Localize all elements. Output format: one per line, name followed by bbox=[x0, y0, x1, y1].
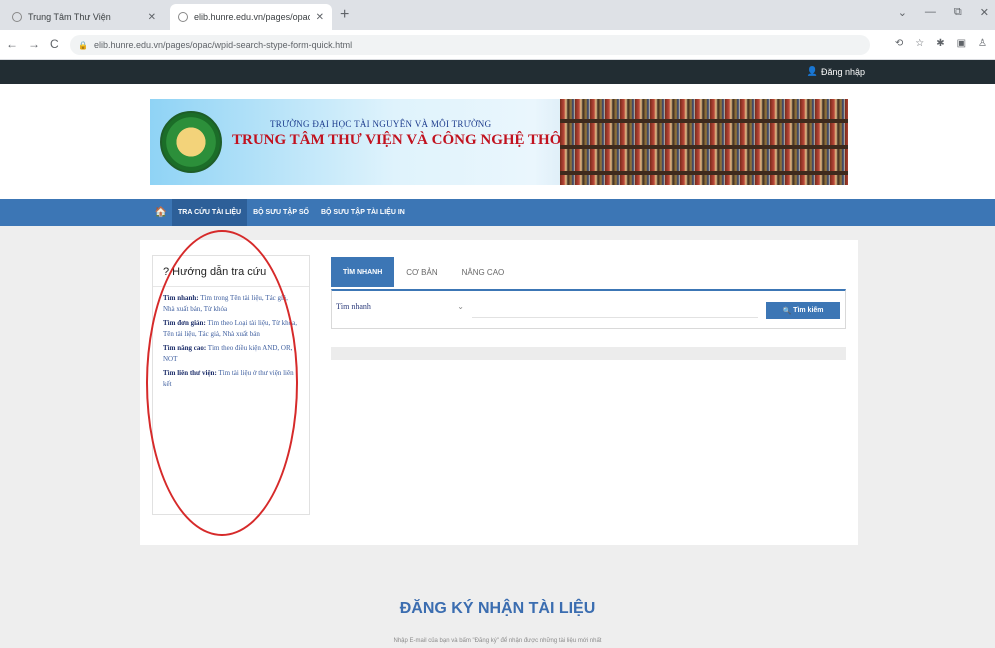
register-subtitle: Nhập E-mail của bạn và bấm "Đăng ký" để … bbox=[393, 638, 602, 644]
university-logo bbox=[160, 111, 222, 173]
guide-item: Tìm đơn giản: Tìm theo Loại tài liệu, Từ… bbox=[163, 318, 301, 340]
nav-item-print-collection[interactable]: BỘ SƯU TẬP TÀI LIỆU IN bbox=[315, 199, 411, 226]
search-icon: 🔍 bbox=[782, 307, 792, 315]
shelf-divider bbox=[560, 171, 848, 175]
globe-icon bbox=[178, 12, 188, 22]
site-banner[interactable]: TRƯỜNG ĐẠI HỌC TÀI NGUYÊN VÀ MÔI TRƯỜNG … bbox=[150, 99, 848, 185]
bookshelf-image bbox=[560, 99, 848, 185]
bookmark-star-icon[interactable]: ☆ bbox=[915, 38, 924, 49]
guide-item-label: Tìm nhanh: bbox=[163, 294, 199, 302]
lock-icon[interactable]: 🔒 bbox=[78, 41, 88, 50]
extensions-icon[interactable]: ✱ bbox=[936, 38, 944, 49]
login-label: Đăng nhập bbox=[820, 66, 865, 77]
guide-item-label: Tìm đơn giản: bbox=[163, 319, 206, 327]
guide-body: Tìm nhanh: Tìm trong Tên tài liệu, Tác g… bbox=[153, 287, 309, 399]
tab-basic-search[interactable]: CƠ BẢN bbox=[394, 257, 449, 287]
shelf-divider bbox=[560, 145, 848, 149]
tab-quick-search[interactable]: TÌM NHANH bbox=[331, 257, 395, 287]
results-bar bbox=[331, 347, 846, 360]
nav-item-digital-collection[interactable]: BỘ SƯU TẬP SỐ bbox=[247, 199, 315, 226]
tab-library-home[interactable]: Trung Tâm Thư Viện ✕ bbox=[4, 4, 164, 30]
search-button-label: Tìm kiếm bbox=[793, 307, 824, 314]
tab-search-icon[interactable]: ⌄ bbox=[898, 6, 907, 19]
guide-item: Tìm liên thư viện: Tìm tài liệu ở thư vi… bbox=[163, 368, 301, 390]
search-field-value: Tìm nhanh bbox=[336, 302, 371, 311]
main-nav: 🏠 TRA CỨU TÀI LIỆU BỘ SƯU TẬP SỐ BỘ SƯU … bbox=[0, 199, 995, 226]
site-top-strip: 👤 Đăng nhập bbox=[0, 60, 995, 84]
search-field-select[interactable]: Tìm nhanh ⌄ bbox=[336, 302, 464, 311]
new-tab-button[interactable]: + bbox=[340, 6, 349, 24]
close-window-button[interactable]: ✕ bbox=[980, 6, 989, 19]
banner-subtitle: TRƯỜNG ĐẠI HỌC TÀI NGUYÊN VÀ MÔI TRƯỜNG bbox=[270, 119, 492, 129]
user-icon: 👤 bbox=[806, 66, 818, 76]
register-title: ĐĂNG KÝ NHẬN TÀI LIỆU bbox=[399, 600, 596, 617]
window-controls: ⌄ — ⧉ ✕ bbox=[898, 6, 989, 19]
extension-icons: ⟲ ☆ ✱ ▣ ♙ bbox=[895, 38, 987, 49]
guide-title-text: Hướng dẫn tra cứu bbox=[172, 266, 267, 278]
forward-icon[interactable]: → bbox=[28, 37, 40, 51]
tab-strip: Trung Tâm Thư Viện ✕ elib.hunre.edu.vn/p… bbox=[0, 0, 995, 30]
search-guide-panel: ? Hướng dẫn tra cứu Tìm nhanh: Tìm trong… bbox=[152, 255, 310, 515]
maximize-button[interactable]: ⧉ bbox=[954, 6, 962, 19]
profile-icon[interactable]: ♙ bbox=[978, 38, 987, 49]
back-icon[interactable]: ← bbox=[6, 37, 18, 51]
banner-title: TRUNG TÂM THƯ VIỆN VÀ CÔNG NGHỆ THÔNG TI… bbox=[232, 132, 615, 148]
shelf-divider bbox=[560, 119, 848, 123]
main-nav-items: 🏠 TRA CỨU TÀI LIỆU BỘ SƯU TẬP SỐ BỘ SƯU … bbox=[150, 199, 411, 226]
minimize-button[interactable]: — bbox=[925, 6, 936, 19]
guide-item: Tìm nhanh: Tìm trong Tên tài liệu, Tác g… bbox=[163, 293, 301, 315]
login-link[interactable]: 👤 Đăng nhập bbox=[807, 66, 865, 77]
close-tab-icon[interactable]: ✕ bbox=[316, 12, 324, 23]
share-icon[interactable]: ⟲ bbox=[895, 38, 903, 49]
nav-buttons: ← → C bbox=[6, 37, 59, 51]
browser-window: Trung Tâm Thư Viện ✕ elib.hunre.edu.vn/p… bbox=[0, 0, 995, 648]
question-icon: ? bbox=[163, 266, 170, 278]
reload-icon[interactable]: C bbox=[50, 37, 59, 51]
favicon-icon bbox=[12, 12, 22, 22]
guide-item: Tìm nâng cao: Tìm theo điều kiện AND, OR… bbox=[163, 343, 301, 365]
search-panel: Tìm nhanh ⌄ 🔍 Tìm kiếm bbox=[331, 289, 846, 329]
chevron-down-icon: ⌄ bbox=[457, 302, 464, 311]
search-input[interactable] bbox=[472, 300, 758, 318]
url-text[interactable]: elib.hunre.edu.vn/pages/opac/wpid-search… bbox=[94, 40, 352, 50]
side-panel-icon[interactable]: ▣ bbox=[957, 38, 966, 49]
guide-item-label: Tìm liên thư viện: bbox=[163, 369, 217, 377]
close-tab-icon[interactable]: ✕ bbox=[148, 12, 156, 23]
home-icon[interactable]: 🏠 bbox=[150, 207, 172, 218]
search-tabs: TÌM NHANH CƠ BẢN NÂNG CAO bbox=[331, 257, 516, 287]
guide-item-label: Tìm nâng cao: bbox=[163, 344, 207, 352]
address-row: ← → C 🔒 elib.hunre.edu.vn/pages/opac/wpi… bbox=[0, 30, 995, 60]
tab-opac-search[interactable]: elib.hunre.edu.vn/pages/opac/c... ✕ bbox=[170, 4, 332, 30]
search-button[interactable]: 🔍 Tìm kiếm bbox=[766, 302, 840, 319]
guide-title: ? Hướng dẫn tra cứu bbox=[153, 256, 309, 287]
tab-title: Trung Tâm Thư Viện bbox=[28, 12, 111, 22]
tab-advanced-search[interactable]: NÂNG CAO bbox=[450, 257, 517, 287]
address-bar[interactable]: 🔒 elib.hunre.edu.vn/pages/opac/wpid-sear… bbox=[70, 35, 870, 55]
nav-item-search-documents[interactable]: TRA CỨU TÀI LIỆU bbox=[172, 199, 248, 226]
tab-title: elib.hunre.edu.vn/pages/opac/c... bbox=[194, 12, 310, 22]
